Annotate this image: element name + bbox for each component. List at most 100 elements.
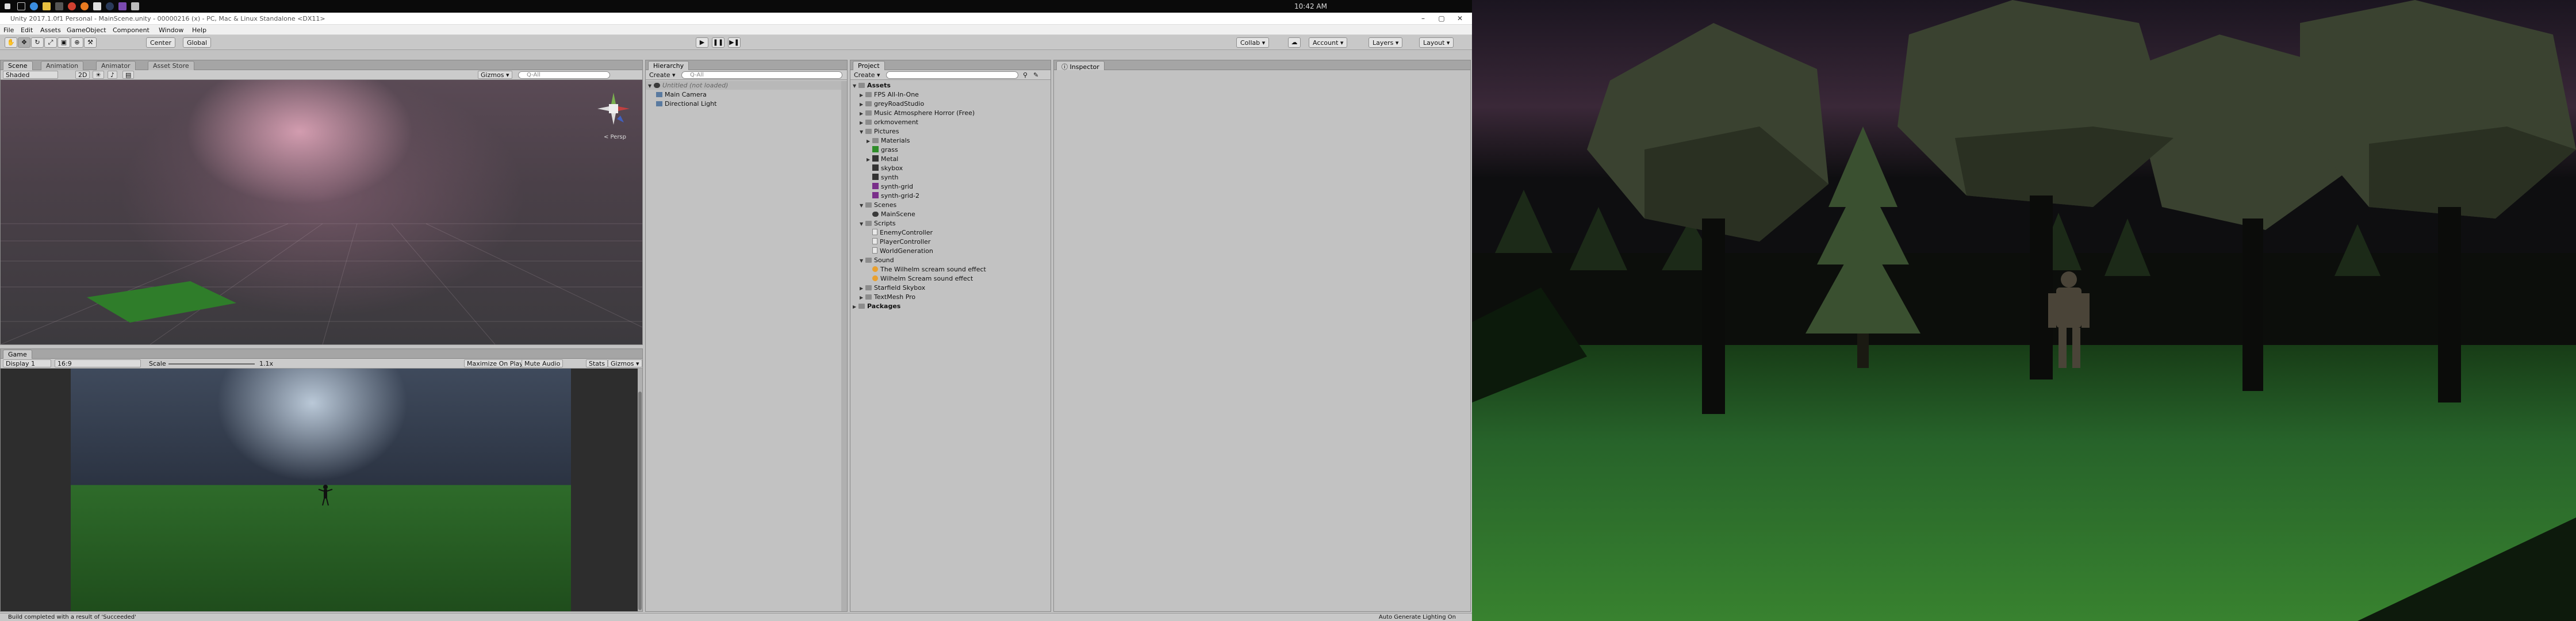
layout-button[interactable]: Layout ▾ [1419,37,1454,48]
game-scrollbar-thumb[interactable] [638,392,642,610]
auto-lighting-status[interactable]: Auto Generate Lighting On [1379,614,1456,620]
project-item[interactable]: synth [850,173,1051,182]
project-search-input[interactable] [886,71,1018,79]
menu-gameobject[interactable]: GameObject [67,26,106,34]
scale-tool-button[interactable]: ⤢ [44,37,57,48]
project-create-button[interactable]: Create ▾ [854,71,880,79]
expand-arrow-icon[interactable]: ▼ [860,128,865,136]
project-item[interactable]: ▼ Scripts [850,219,1051,228]
unity-icon[interactable] [93,2,101,10]
gizmos-dropdown[interactable]: Gizmos ▾ [478,71,512,79]
edge-icon[interactable] [30,2,38,10]
tab-animation[interactable]: Animation [41,61,84,70]
status-message[interactable]: Build completed with a result of 'Succee… [8,614,136,620]
hierarchy-scene-row[interactable]: ▼ Untitled (not loaded) [646,81,841,90]
expand-arrow-icon[interactable]: ▶ [860,118,865,127]
project-item[interactable]: ▶ Starfield Skybox [850,283,1051,292]
maximize-button[interactable]: ▢ [1433,14,1450,22]
minimize-button[interactable]: – [1414,14,1432,22]
project-root-packages[interactable]: ▶ Packages [850,302,1051,310]
menu-edit[interactable]: Edit [21,26,33,34]
perspective-label[interactable]: < Persp [604,134,626,140]
lighting-toggle-icon[interactable]: ☀ [93,71,104,79]
move-tool-button[interactable]: ✥ [18,37,30,48]
game-build-window[interactable] [1472,0,2576,621]
close-button[interactable]: ✕ [1451,14,1469,22]
project-item[interactable]: grass [850,145,1051,154]
layers-button[interactable]: Layers ▾ [1368,37,1403,48]
pause-button[interactable]: ❚❚ [712,37,724,48]
stats-toggle[interactable]: Stats [586,359,608,367]
menu-file[interactable]: File [3,26,14,34]
expand-arrow-icon[interactable]: ▶ [867,137,872,145]
scene-viewport[interactable]: < Persp [1,80,642,344]
tab-asset-store[interactable]: Asset Store [148,61,194,70]
play-button[interactable]: ▶ [696,37,708,48]
expand-arrow-icon[interactable]: ▶ [860,284,865,293]
step-button[interactable]: ▶❚ [728,37,741,48]
visual-studio-icon[interactable] [118,2,126,10]
unity-hub-icon[interactable] [131,2,139,10]
2d-toggle[interactable]: 2D [75,71,90,79]
hierarchy-create-button[interactable]: Create ▾ [649,71,676,79]
grass-plane[interactable] [87,281,236,323]
firefox-icon[interactable] [80,2,89,10]
project-item[interactable]: ▶ greyRoadStudio [850,99,1051,108]
project-item[interactable]: Wilhelm Scream sound effect [850,274,1051,283]
expand-arrow-icon[interactable]: ▼ [860,256,865,265]
pivot-global-button[interactable]: Global [183,37,212,48]
maximize-on-play-toggle[interactable]: Maximize On Play [464,359,526,367]
expand-arrow-icon[interactable]: ▼ [853,82,858,90]
hand-tool-button[interactable]: ✋ [5,37,17,48]
tab-inspector[interactable]: ⓘ Inspector [1056,61,1105,71]
tab-project[interactable]: Project [853,61,885,70]
store-icon[interactable] [55,2,63,10]
expand-arrow-icon[interactable]: ▶ [860,109,865,118]
transform-tool-button[interactable]: ⊕ [71,37,83,48]
display-dropdown[interactable]: Display 1 [3,359,51,367]
expand-arrow-icon[interactable]: ▶ [860,100,865,109]
expand-arrow-icon[interactable]: ▶ [867,155,872,164]
task-view-icon[interactable] [17,2,25,10]
project-item[interactable]: ▶ Materials [850,136,1051,145]
hierarchy-scrollbar[interactable] [841,81,847,611]
game-scrollbar[interactable] [638,369,642,611]
rect-tool-button[interactable]: ▣ [57,37,70,48]
hierarchy-search-input[interactable]: Q-All [681,71,842,79]
account-button[interactable]: Account ▾ [1309,37,1348,48]
game-viewport[interactable] [1,369,638,611]
taskbar-clock[interactable]: 10:42 AM [1294,2,1327,10]
project-item[interactable]: ▶ Music Atmosphere Horror (Free) [850,109,1051,117]
expand-arrow-icon[interactable]: ▶ [860,293,865,302]
windows-icon[interactable] [5,3,10,9]
menu-assets[interactable]: Assets [40,26,61,34]
pivot-center-button[interactable]: Center [146,37,176,48]
project-item[interactable]: ▶ TextMesh Pro [850,293,1051,301]
tab-scene[interactable]: Scene [3,61,33,70]
tab-animator[interactable]: Animator [96,61,136,70]
project-item[interactable]: EnemyController [850,228,1051,237]
shading-mode-dropdown[interactable]: Shaded [3,71,58,79]
expand-arrow-icon[interactable]: ▶ [860,91,865,99]
rotate-tool-button[interactable]: ↻ [31,37,44,48]
project-item[interactable]: WorldGeneration [850,247,1051,255]
explorer-icon[interactable] [43,2,51,10]
project-item[interactable]: synth-grid [850,182,1051,191]
project-item[interactable]: PlayerController [850,237,1051,246]
project-item[interactable]: ▼ Scenes [850,201,1051,209]
hierarchy-item-main-camera[interactable]: Main Camera [646,90,841,99]
mute-audio-toggle[interactable]: Mute Audio [522,359,564,367]
menu-component[interactable]: Component [113,26,150,34]
audio-toggle-icon[interactable]: ♪ [108,71,118,79]
menu-help[interactable]: Help [192,26,206,34]
cloud-icon[interactable]: ☁ [1288,37,1301,48]
project-item[interactable]: ▶ Metal [850,155,1051,163]
chrome-icon[interactable] [68,2,76,10]
aspect-dropdown[interactable]: 16:9 [55,359,141,367]
project-item[interactable]: The Wilhelm scream sound effect [850,265,1051,274]
tab-hierarchy[interactable]: Hierarchy [648,61,689,70]
expand-arrow-icon[interactable]: ▼ [648,82,654,90]
scene-search-input[interactable]: Q-All [518,71,610,79]
game-gizmos-dropdown[interactable]: Gizmos ▾ [608,359,642,367]
project-item[interactable]: ▶ FPS All-In-One [850,90,1051,99]
